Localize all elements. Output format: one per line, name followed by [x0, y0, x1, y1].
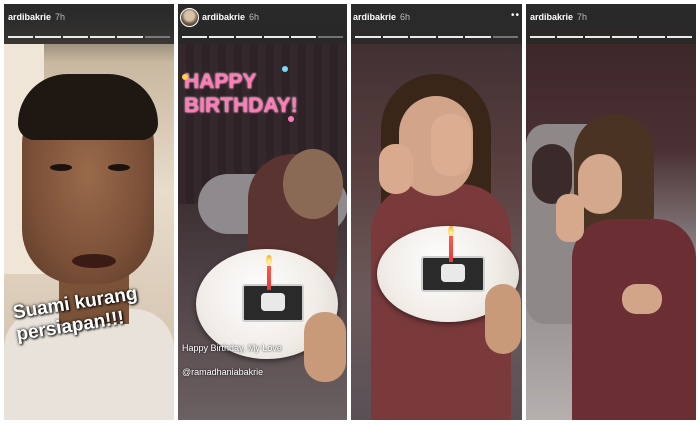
- progress-segment: [62, 36, 88, 38]
- candle-flame: [448, 226, 454, 236]
- post-time: 7h: [55, 12, 66, 22]
- cake-logo: [441, 264, 465, 282]
- progress-segment: [437, 36, 463, 38]
- progress-segment: [317, 36, 344, 38]
- story-header: ardibakrie 7h: [526, 4, 696, 44]
- eye-right: [108, 164, 130, 171]
- progress-segment: [639, 36, 665, 38]
- hand-covering-face: [431, 114, 471, 176]
- story-progress-bar: [8, 36, 170, 38]
- woman-face: [578, 154, 622, 214]
- hand-holding-cake: [556, 194, 584, 242]
- username-text[interactable]: ardibakrie: [8, 12, 51, 22]
- username-text[interactable]: ardibakrie: [202, 12, 245, 22]
- post-time: 6h: [249, 12, 260, 22]
- progress-segment: [89, 36, 116, 38]
- post-time: 6h: [400, 12, 411, 22]
- cake-logo: [261, 292, 285, 312]
- hair: [283, 149, 343, 219]
- story-header: ardibakrie 6h ••: [351, 4, 522, 44]
- story-header: ardibakrie 6h: [178, 4, 347, 44]
- hand: [485, 284, 521, 354]
- hand: [622, 284, 662, 314]
- story-panel-1[interactable]: ardibakrie 7h Suami kurang persiapan!!!: [4, 4, 174, 420]
- sparkle: [182, 74, 188, 80]
- progress-segment: [492, 36, 518, 38]
- eye-left: [50, 164, 72, 171]
- birthday-sticker: HAPPY BIRTHDAY!: [184, 70, 298, 117]
- story-panel-3[interactable]: ardibakrie 6h ••: [351, 4, 522, 420]
- post-time: 7h: [577, 12, 588, 22]
- sparkle: [282, 66, 288, 72]
- hair: [18, 74, 158, 140]
- hand: [304, 312, 346, 382]
- user-mention[interactable]: @ramadhaniabakrie: [182, 367, 263, 377]
- avatar[interactable]: [180, 8, 199, 27]
- story-panel-2[interactable]: ardibakrie 6h HAPPY BIRTHDAY! Happy Birth…: [178, 4, 347, 420]
- cake: [421, 256, 485, 292]
- story-username[interactable]: ardibakrie 7h: [530, 12, 587, 22]
- story-caption: Happy Birthday, My Love: [182, 343, 282, 353]
- story-username[interactable]: ardibakrie 7h: [8, 12, 65, 22]
- story-username[interactable]: ardibakrie 6h: [353, 12, 410, 22]
- progress-segment: [355, 36, 381, 38]
- progress-segment: [236, 36, 262, 38]
- story-panel-4[interactable]: ardibakrie 7h: [526, 4, 696, 420]
- progress-segment: [117, 36, 143, 38]
- pajama-top: [572, 219, 696, 420]
- username-text[interactable]: ardibakrie: [530, 12, 573, 22]
- story-progress-bar: [182, 36, 344, 38]
- story-progress-bar: [530, 36, 692, 38]
- mouth: [72, 254, 116, 268]
- hand-left: [379, 144, 413, 194]
- story-progress-bar: [355, 36, 518, 38]
- progress-segment: [8, 36, 34, 38]
- progress-segment: [35, 36, 61, 38]
- progress-segment: [584, 36, 610, 38]
- progress-segment: [530, 36, 556, 38]
- progress-segment: [557, 36, 583, 38]
- progress-segment: [465, 36, 491, 38]
- cake: [242, 284, 304, 322]
- progress-segment: [144, 36, 170, 38]
- progress-segment: [290, 36, 316, 38]
- progress-segment: [611, 36, 638, 38]
- username-text[interactable]: ardibakrie: [353, 12, 396, 22]
- story-username[interactable]: ardibakrie 6h: [202, 12, 259, 22]
- story-header: ardibakrie 7h: [4, 4, 174, 44]
- sparkle: [288, 116, 294, 122]
- more-dots-icon[interactable]: ••: [511, 10, 520, 21]
- progress-segment: [182, 36, 208, 38]
- progress-segment: [209, 36, 235, 38]
- candle-flame: [266, 255, 272, 265]
- candle: [449, 236, 453, 262]
- progress-segment: [382, 36, 408, 38]
- candle: [267, 266, 271, 290]
- progress-segment: [263, 36, 289, 38]
- progress-segment: [410, 36, 436, 38]
- progress-segment: [666, 36, 692, 38]
